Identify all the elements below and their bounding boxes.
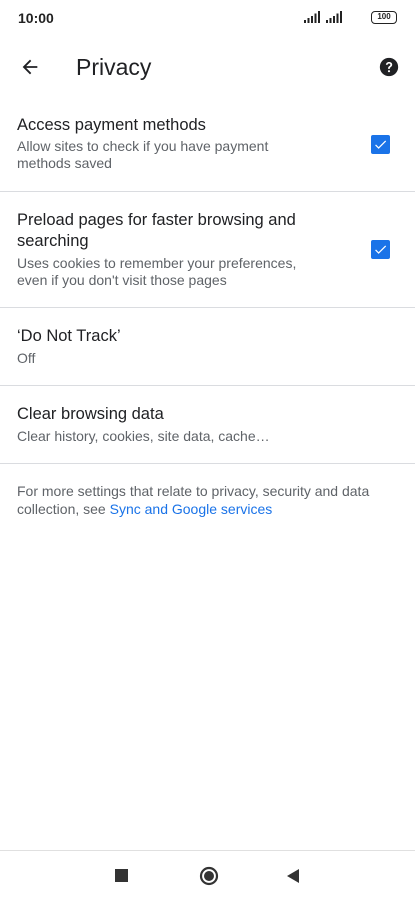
setting-access-payment-methods[interactable]: Access payment methods Allow sites to ch…	[0, 98, 415, 191]
help-circle-icon	[379, 57, 399, 77]
check-icon	[375, 245, 387, 254]
recents-button[interactable]	[110, 864, 134, 888]
page-title: Privacy	[76, 54, 152, 80]
arrow-left-icon	[22, 59, 38, 75]
setting-summary: Off	[17, 350, 36, 366]
divider	[0, 463, 415, 464]
sync-google-services-link[interactable]: Sync and Google services	[110, 501, 273, 517]
setting-title: ‘Do Not Track’	[17, 327, 121, 345]
square-icon	[115, 869, 128, 882]
setting-summary: Clear history, cookies, site data, cache…	[17, 428, 270, 444]
triangle-back-icon	[287, 869, 299, 883]
footer-note: For more settings that relate to privacy…	[17, 483, 402, 518]
circle-icon	[199, 866, 219, 886]
help-button[interactable]	[377, 55, 401, 79]
back-button[interactable]	[14, 51, 46, 83]
home-button[interactable]	[197, 864, 221, 888]
setting-title: Access payment methods	[17, 116, 206, 134]
setting-do-not-track[interactable]: ‘Do Not Track’ Off	[0, 308, 415, 385]
setting-summary: Uses cookies to remember your preference…	[17, 255, 297, 288]
status-bar: 10:00 100	[0, 0, 415, 36]
setting-clear-browsing-data[interactable]: Clear browsing data Clear history, cooki…	[0, 386, 415, 463]
nav-back-button[interactable]	[281, 864, 305, 888]
signal-icon	[326, 11, 342, 23]
setting-preload-pages[interactable]: Preload pages for faster browsing and se…	[0, 192, 415, 307]
setting-title: Clear browsing data	[17, 405, 164, 423]
app-bar: Privacy	[0, 36, 415, 98]
signal-icon	[304, 11, 320, 23]
setting-summary: Allow sites to check if you have payment…	[17, 138, 269, 171]
status-time: 10:00	[18, 10, 54, 26]
payment-methods-checkbox[interactable]	[371, 135, 390, 154]
setting-title: Preload pages for faster browsing and se…	[17, 211, 296, 250]
preload-pages-checkbox[interactable]	[371, 240, 390, 259]
battery-icon: 100	[371, 11, 397, 24]
check-icon	[375, 140, 387, 149]
battery-level: 100	[377, 12, 391, 21]
privacy-screen: 10:00 100 Privacy Access payment methods…	[0, 0, 415, 900]
system-nav-bar	[0, 851, 415, 900]
